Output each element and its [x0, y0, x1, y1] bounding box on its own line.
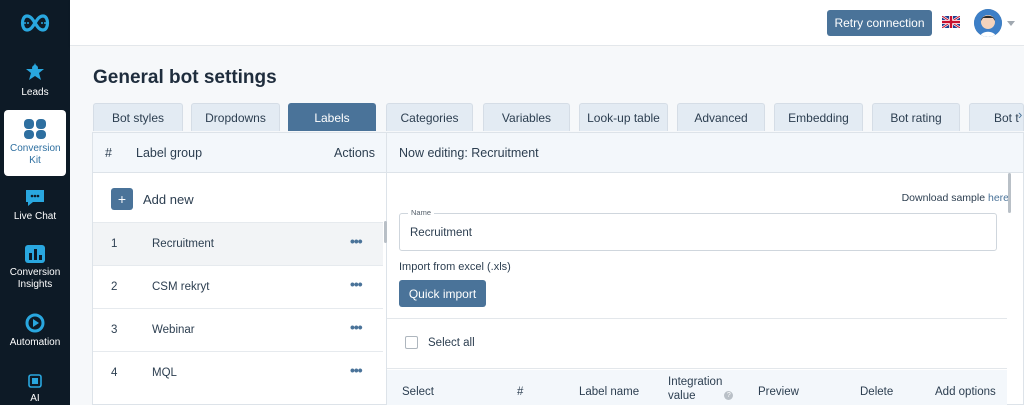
table-row[interactable]: 2 CSM rekryt •••	[93, 265, 383, 308]
row-number: 1	[111, 238, 118, 250]
row-name: MQL	[152, 367, 177, 379]
sidebar-item-conversion-insights[interactable]: Conversion Insights	[4, 244, 66, 296]
tab-bot-styles[interactable]: Bot styles	[93, 103, 183, 131]
column-header-num: #	[517, 386, 524, 398]
page-title: General bot settings	[93, 67, 277, 88]
name-field-label: Name	[408, 208, 435, 217]
person-star-icon	[26, 63, 44, 80]
tab-embedding[interactable]: Embedding	[774, 103, 863, 131]
editor-title: Now editing: Recruitment	[399, 146, 539, 160]
table-row[interactable]: 1 Recruitment •••	[93, 222, 383, 265]
uk-flag-icon[interactable]	[942, 16, 960, 28]
name-field[interactable]: Name Recruitment	[399, 208, 997, 251]
bubbles-icon	[24, 119, 46, 139]
chat-icon	[26, 190, 44, 206]
tab-variables[interactable]: Variables	[483, 103, 570, 131]
download-text: Download sample	[901, 192, 986, 204]
info-icon[interactable]: ?	[724, 391, 734, 400]
label-editor-panel: Now editing: Recruitment Download sample…	[387, 132, 1024, 405]
tab-bot-truncated[interactable]: Bot t	[969, 103, 1024, 131]
infinity-logo-icon	[20, 14, 50, 32]
scrollbar[interactable]	[1008, 173, 1011, 213]
tab-categories[interactable]: Categories	[386, 103, 473, 131]
app-logo[interactable]	[0, 0, 70, 46]
sidebar-item-ai[interactable]: AI	[4, 372, 66, 405]
more-options-icon[interactable]: •••	[350, 233, 363, 249]
row-number: 4	[111, 367, 118, 379]
sidebar-item-label: Live Chat	[13, 211, 57, 222]
chevron-down-icon[interactable]	[1007, 21, 1015, 26]
sidebar: Leads Conversion Kit Live Chat Conversio…	[0, 0, 70, 405]
sidebar-item-label: Leads	[21, 87, 49, 98]
divider	[387, 368, 1007, 369]
chip-icon	[28, 374, 42, 388]
sidebar-item-conversion-kit[interactable]: Conversion Kit	[4, 110, 66, 176]
select-all-label: Select all	[428, 336, 475, 349]
more-options-icon[interactable]: •••	[350, 362, 363, 378]
tab-advanced[interactable]: Advanced	[677, 103, 765, 131]
quick-import-button[interactable]: Quick import	[399, 280, 486, 307]
label-groups-header: # Label group Actions	[93, 133, 386, 173]
more-options-icon[interactable]: •••	[350, 276, 363, 292]
integration-line-1: Integration	[668, 376, 723, 388]
avatar-icon	[974, 9, 1002, 37]
chevron-right-icon[interactable]: ›	[1018, 107, 1022, 122]
table-row[interactable]: 3 Webinar •••	[93, 308, 383, 351]
label-groups-panel: # Label group Actions + Add new 1 Recrui…	[92, 132, 387, 405]
column-header-num: #	[105, 146, 112, 160]
main-content: General bot settings Bot styles Dropdown…	[70, 47, 1024, 405]
select-all[interactable]: Select all	[405, 336, 475, 349]
labels-table-header: Select # Label name Integration? value P…	[387, 370, 1007, 405]
more-options-icon[interactable]: •••	[350, 319, 363, 335]
column-header-actions: Actions	[334, 146, 375, 160]
retry-connection-button[interactable]: Retry connection	[827, 10, 932, 36]
import-label: Import from excel (.xls)	[399, 261, 511, 273]
add-new-button[interactable]: + Add new	[111, 188, 194, 210]
select-all-checkbox[interactable]	[405, 336, 418, 349]
sidebar-item-label: AI	[30, 393, 40, 404]
sidebar-item-live-chat[interactable]: Live Chat	[4, 188, 66, 228]
tab-labels[interactable]: Labels	[288, 103, 376, 131]
cycle-icon	[25, 313, 45, 333]
tab-bot-rating[interactable]: Bot rating	[872, 103, 960, 131]
integration-line-2: value	[668, 390, 696, 402]
row-name: Recruitment	[152, 238, 214, 250]
editor-header: Now editing: Recruitment	[387, 133, 1023, 173]
plus-icon: +	[111, 188, 133, 210]
user-avatar[interactable]	[974, 9, 1002, 37]
column-header-delete: Delete	[860, 386, 894, 398]
table-row[interactable]: 4 MQL •••	[93, 351, 383, 394]
column-header-integration-value: Integration? value	[668, 375, 734, 403]
top-bar: Retry connection	[70, 0, 1024, 46]
row-number: 2	[111, 281, 118, 293]
row-name: CSM rekryt	[152, 281, 210, 293]
bar-chart-icon	[25, 245, 45, 263]
row-name: Webinar	[152, 324, 195, 336]
column-header-preview: Preview	[758, 386, 799, 398]
column-header-label-name: Label name	[579, 386, 640, 398]
divider	[387, 318, 1007, 319]
name-field-value[interactable]: Recruitment	[410, 227, 472, 239]
add-new-label: Add new	[143, 191, 194, 207]
sidebar-item-automation[interactable]: Automation	[4, 312, 66, 354]
tab-dropdowns[interactable]: Dropdowns	[191, 103, 280, 131]
column-header-add-options: Add options	[935, 386, 996, 398]
tab-look-up-table[interactable]: Look-up table	[579, 103, 668, 131]
column-header-label-group: Label group	[136, 146, 203, 160]
column-header-select: Select	[402, 386, 434, 398]
sidebar-item-label: Conversion Insights	[9, 267, 61, 290]
sidebar-item-leads[interactable]: Leads	[4, 62, 66, 102]
sidebar-item-label: Automation	[9, 337, 61, 348]
download-link[interactable]: here	[988, 192, 1009, 204]
row-number: 3	[111, 324, 118, 336]
sidebar-item-label: Conversion Kit	[10, 143, 61, 166]
download-sample: Download sample here	[902, 192, 1009, 204]
